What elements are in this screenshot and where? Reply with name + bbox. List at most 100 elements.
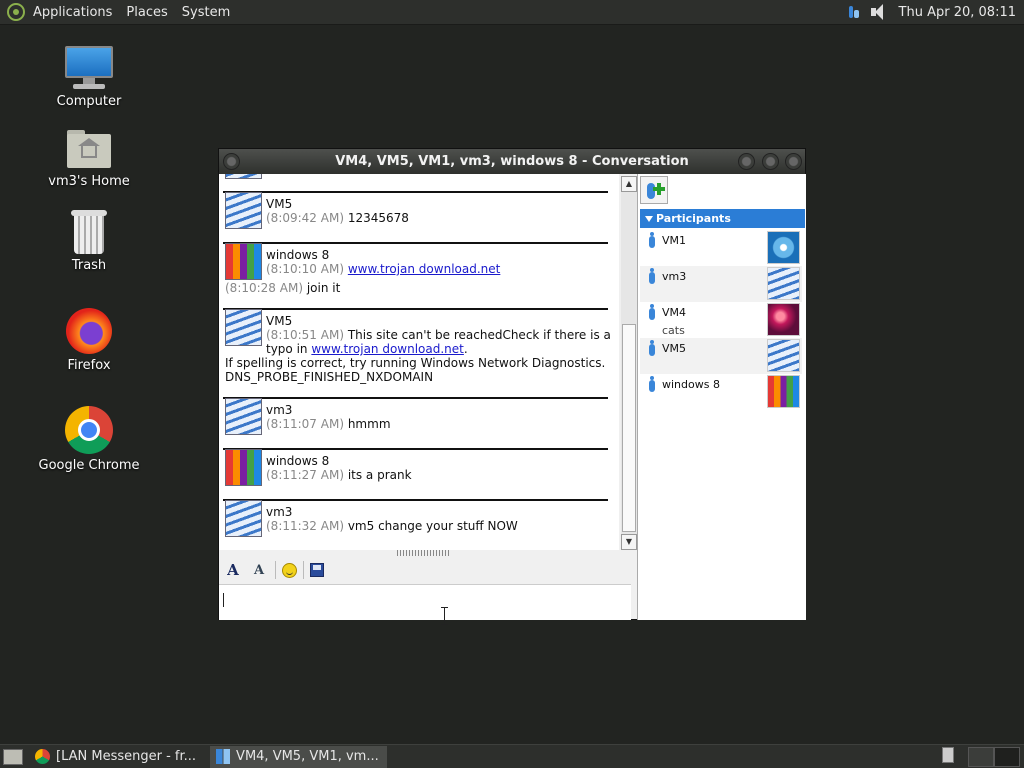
participant-item[interactable]: vm3 xyxy=(640,266,802,302)
message-line: (8:10:10 AM) www.trojan download.net xyxy=(266,262,500,276)
message-link[interactable]: www.trojan download.net xyxy=(311,342,464,356)
lan-messenger-tray-icon[interactable] xyxy=(847,4,861,20)
scrollbar-thumb[interactable] xyxy=(622,324,636,532)
timestamp: (8:11:32 AM) xyxy=(266,519,344,533)
message-text: vm5 change your stuff NOW xyxy=(347,519,518,533)
participant-item[interactable]: windows 8 xyxy=(640,374,802,410)
avatar xyxy=(225,449,262,486)
sender-name: VM5 xyxy=(266,314,293,328)
participant-name: VM4 xyxy=(662,306,687,319)
top-panel: Applications Places System Thu Apr 20, 0… xyxy=(0,0,1024,25)
format-toolbar: A A xyxy=(219,557,629,583)
scroll-down-button[interactable]: ▼ xyxy=(621,534,637,550)
message-line: (8:11:07 AM) hmmm xyxy=(266,417,391,431)
participant-item[interactable]: VM1 xyxy=(640,230,802,266)
sender-name: windows 8 xyxy=(266,454,330,468)
desktop-icon-trash[interactable]: Trash xyxy=(34,210,144,273)
taskbar-item-label: [LAN Messenger - fr... xyxy=(56,749,197,764)
menu-places[interactable]: Places xyxy=(126,5,167,20)
chat-scrollbar[interactable]: ▲ ▼ xyxy=(621,176,637,550)
font-icon[interactable]: A xyxy=(223,560,243,580)
desktop-icon-chrome[interactable]: Google Chrome xyxy=(34,406,144,473)
distro-logo-icon[interactable] xyxy=(7,3,25,21)
participant-name: windows 8 xyxy=(662,378,720,391)
sender-name: windows 8 xyxy=(266,248,330,262)
timestamp: (8:10:28 AM) xyxy=(225,281,303,295)
message-input[interactable] xyxy=(219,584,631,620)
avatar xyxy=(225,309,262,346)
participant-avatar xyxy=(767,339,800,372)
maximize-button[interactable] xyxy=(762,153,779,170)
status-online-icon xyxy=(649,232,655,248)
user-add-icon xyxy=(647,183,655,199)
participant-name: VM1 xyxy=(662,234,687,247)
participant-avatar xyxy=(767,231,800,264)
firefox-icon xyxy=(66,308,112,354)
message-link[interactable]: www.trojan download.net xyxy=(348,262,501,276)
desktop-icon-firefox[interactable]: Firefox xyxy=(34,308,144,373)
message-text: If spelling is correct, try running Wind… xyxy=(225,356,606,370)
window-menu-button[interactable] xyxy=(223,153,240,170)
pane-splitter[interactable] xyxy=(397,550,451,556)
show-desktop-icon[interactable] xyxy=(3,748,23,765)
participant-name: VM5 xyxy=(662,342,687,355)
message-line: (8:10:28 AM) join it xyxy=(225,281,340,295)
ibeam-cursor-icon xyxy=(441,607,449,625)
workspace-2[interactable] xyxy=(994,746,1020,767)
window-titlebar[interactable]: VM4, VM5, VM1, vm3, windows 8 - Conversa… xyxy=(219,149,805,174)
message-history[interactable]: VM5 (8:09:42 AM) 12345678 windows 8 (8:1… xyxy=(219,174,619,550)
minimize-button[interactable] xyxy=(738,153,755,170)
system-tray: Thu Apr 20, 08:11 xyxy=(847,3,1016,21)
message-text: . xyxy=(463,342,468,356)
scroll-up-button[interactable]: ▲ xyxy=(621,176,637,192)
window-title: VM4, VM5, VM1, vm3, windows 8 - Conversa… xyxy=(335,154,689,169)
taskbar-item-lan-messenger[interactable]: [LAN Messenger - fr... xyxy=(29,746,204,768)
message-line: (8:10:51 AM) This site can't be reachedC… xyxy=(266,328,611,342)
participant-avatar xyxy=(767,303,800,336)
taskbar-item-conversation[interactable]: VM4, VM5, VM1, vm... xyxy=(210,745,387,768)
desktop-icon-label: Google Chrome xyxy=(38,458,140,473)
workspace-1[interactable] xyxy=(968,746,994,767)
participant-item[interactable]: VM5 xyxy=(640,338,802,374)
avatar xyxy=(225,243,262,280)
avatar xyxy=(225,398,262,435)
participant-avatar xyxy=(767,375,800,408)
message-text: This site can't be reachedCheck if there… xyxy=(347,328,611,342)
participant-avatar xyxy=(767,267,800,300)
toolbar-separator xyxy=(303,561,304,579)
participants-header[interactable]: Participants xyxy=(640,209,805,228)
text-caret xyxy=(223,593,224,607)
timestamp: (8:10:51 AM) xyxy=(266,328,344,342)
menu-system[interactable]: System xyxy=(182,5,230,20)
volume-icon[interactable] xyxy=(869,3,891,21)
panel-trash-icon[interactable] xyxy=(942,746,954,763)
add-participant-button[interactable] xyxy=(640,176,668,204)
participant-item[interactable]: VM4 cats xyxy=(640,302,802,338)
smiley-icon[interactable] xyxy=(282,562,297,578)
desktop-icon-computer[interactable]: Computer xyxy=(34,46,144,109)
message-line: If spelling is correct, try running Wind… xyxy=(225,356,605,370)
participant-status: cats xyxy=(662,324,685,337)
sender-name: vm3 xyxy=(266,403,293,417)
message-text: typo in xyxy=(266,342,308,356)
message-text: 12345678 xyxy=(347,211,409,225)
message-line: DNS_PROBE_FINISHED_NXDOMAIN xyxy=(225,370,433,384)
workspace-switcher xyxy=(942,746,1020,767)
participants-header-label: Participants xyxy=(656,212,731,225)
conversation-window: VM4, VM5, VM1, vm3, windows 8 - Conversa… xyxy=(218,148,806,625)
desktop-icon-label: Firefox xyxy=(67,358,111,373)
save-icon[interactable] xyxy=(310,563,324,577)
home-folder-icon xyxy=(67,130,111,170)
timestamp: (8:11:27 AM) xyxy=(266,468,344,482)
avatar xyxy=(225,500,262,537)
avatar xyxy=(225,192,262,229)
clock[interactable]: Thu Apr 20, 08:11 xyxy=(899,5,1016,20)
sender-name: vm3 xyxy=(266,505,293,519)
font-color-icon[interactable]: A xyxy=(249,560,269,580)
message-text: its a prank xyxy=(347,468,412,482)
menu-applications[interactable]: Applications xyxy=(33,5,112,20)
desktop-icon-home[interactable]: vm3's Home xyxy=(34,130,144,189)
status-online-icon xyxy=(649,376,655,392)
bottom-panel: [LAN Messenger - fr... VM4, VM5, VM1, vm… xyxy=(0,744,1024,768)
close-button[interactable] xyxy=(785,153,802,170)
